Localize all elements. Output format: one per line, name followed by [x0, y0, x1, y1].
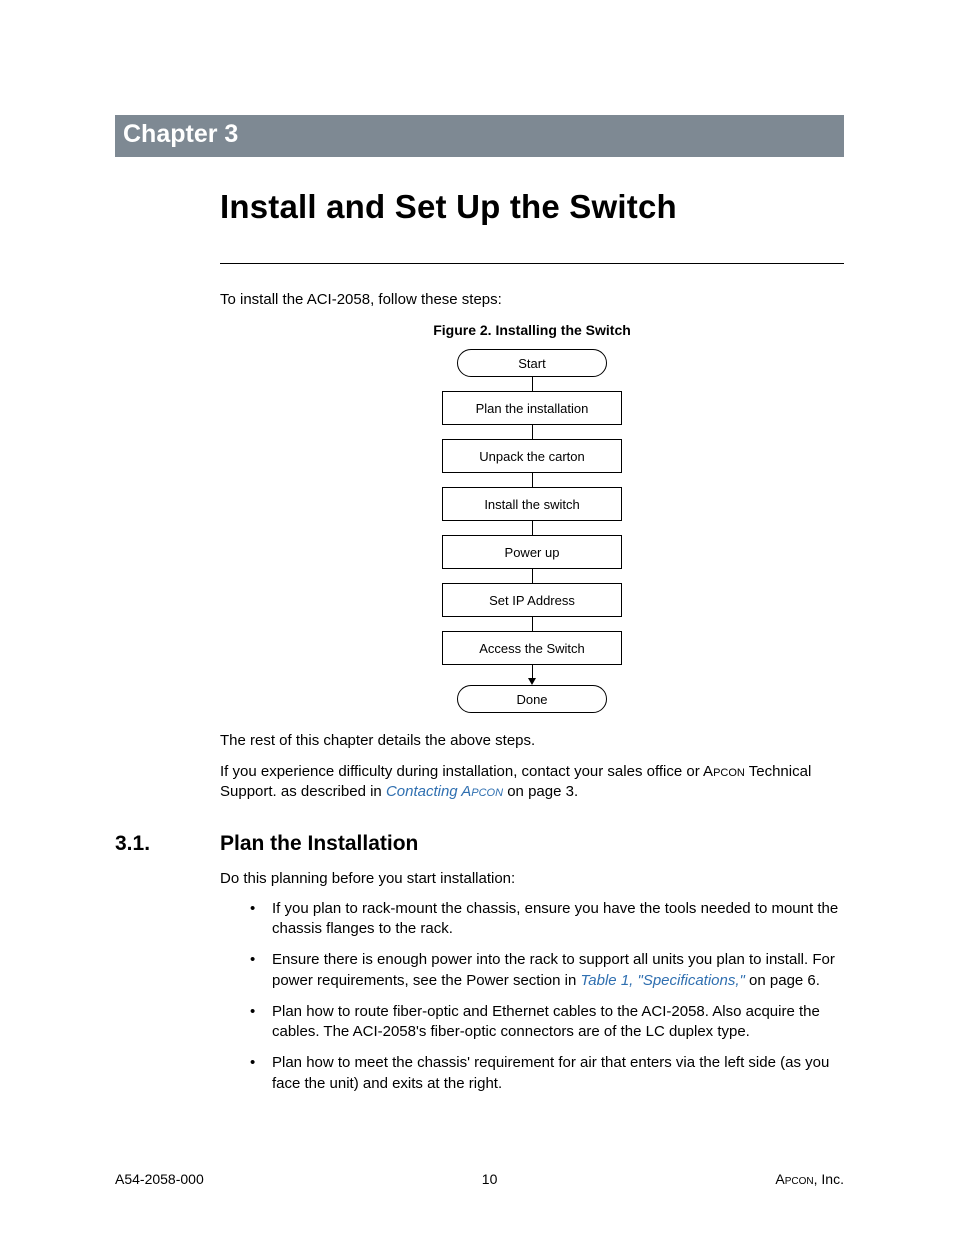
flow-step: Set IP Address [442, 583, 622, 617]
flow-step: Plan the installation [442, 391, 622, 425]
flow-connector [532, 425, 533, 439]
page: Chapter 3 Install and Set Up the Switch … [0, 0, 954, 1235]
flowchart: Start Plan the installation Unpack the c… [220, 349, 844, 713]
page-footer: A54-2058-000 10 Apcon, Inc. [115, 1170, 844, 1189]
section-heading: 3.1. Plan the Installation [115, 830, 844, 858]
flow-connector [532, 473, 533, 487]
link-table1[interactable]: Table 1, "Specifications," [581, 972, 745, 989]
flow-step: Power up [442, 535, 622, 569]
main-content: To install the ACI-2058, follow these st… [220, 290, 844, 802]
section-title: Plan the Installation [220, 830, 418, 858]
text-fragment: on page 3. [503, 783, 578, 800]
footer-right: Apcon, Inc. [775, 1170, 844, 1189]
chapter-title: Install and Set Up the Switch [220, 185, 844, 230]
chapter-label-bar: Chapter 3 [115, 115, 844, 157]
list-item: Plan how to route fiber-optic and Ethern… [250, 1002, 844, 1043]
section-content: Do this planning before you start instal… [220, 869, 844, 1094]
flow-connector [532, 521, 533, 535]
list-item: If you plan to rack-mount the chassis, e… [250, 899, 844, 940]
flow-end: Done [457, 685, 607, 713]
text-fragment: on page 6. [745, 972, 820, 989]
flow-step: Install the switch [442, 487, 622, 521]
after-figure-text-2: If you experience difficulty during inst… [220, 762, 844, 803]
flow-step: Access the Switch [442, 631, 622, 665]
title-rule [220, 263, 844, 264]
flow-arrow [528, 665, 536, 685]
intro-text: To install the ACI-2058, follow these st… [220, 290, 844, 310]
brand-smallcaps: pcon [713, 763, 745, 780]
flow-connector [532, 569, 533, 583]
flow-connector [532, 617, 533, 631]
flow-step: Unpack the carton [442, 439, 622, 473]
after-figure-text-1: The rest of this chapter details the abo… [220, 731, 844, 751]
section-number: 3.1. [115, 830, 220, 858]
plan-bullet-list: If you plan to rack-mount the chassis, e… [250, 899, 844, 1094]
footer-left: A54-2058-000 [115, 1170, 204, 1189]
plan-intro: Do this planning before you start instal… [220, 869, 844, 889]
text-fragment: If you experience difficulty during inst… [220, 763, 713, 780]
link-contacting[interactable]: Contacting Apcon [386, 783, 503, 800]
flow-connector [532, 377, 533, 391]
flow-start: Start [457, 349, 607, 377]
list-item: Plan how to meet the chassis' requiremen… [250, 1053, 844, 1094]
list-item: Ensure there is enough power into the ra… [250, 950, 844, 991]
figure-caption: Figure 2. Installing the Switch [220, 321, 844, 340]
footer-page-number: 10 [482, 1170, 498, 1189]
